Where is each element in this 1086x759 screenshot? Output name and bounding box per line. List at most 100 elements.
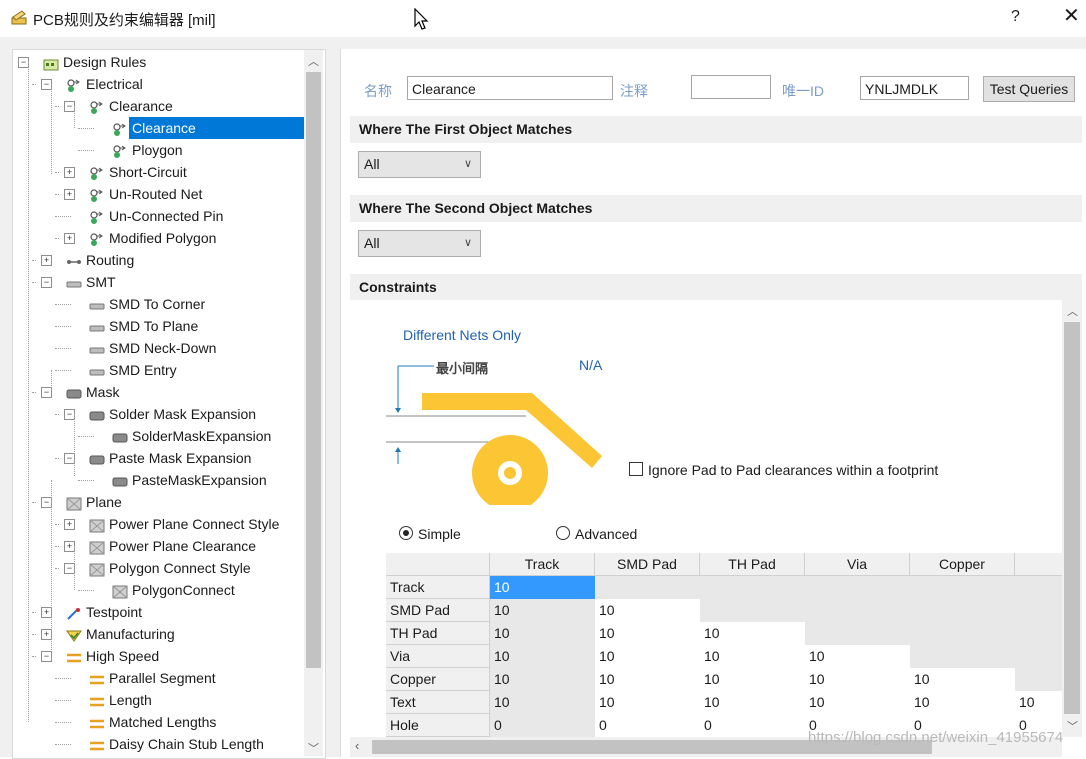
close-button[interactable]: ✕ <box>1063 6 1080 26</box>
second-match-dropdown[interactable]: All ∨ <box>358 230 481 257</box>
scroll-up-icon[interactable]: ︿ <box>1067 303 1078 319</box>
tree-item[interactable]: Polygon Connect Style <box>87 557 254 579</box>
grid-cell[interactable]: 10 <box>805 668 910 691</box>
grid-cell[interactable]: 10 <box>700 668 805 691</box>
tree-item[interactable]: SMT <box>64 271 119 293</box>
grid-cell[interactable]: 10 <box>910 668 1015 691</box>
tree-item[interactable]: Manufacturing <box>64 623 178 645</box>
tree-item-label: SMT <box>86 274 116 290</box>
tree-item[interactable]: Length <box>87 689 155 711</box>
tree-guide-line <box>28 62 29 722</box>
grid-cell[interactable]: 0 <box>595 714 700 737</box>
tree-scroll-thumb[interactable] <box>306 72 321 668</box>
grid-cell[interactable]: 0 <box>700 714 805 737</box>
tree-item[interactable]: Routing <box>64 249 137 271</box>
tree-item[interactable]: Power Plane Clearance <box>87 535 259 557</box>
grid-cell[interactable]: 10 <box>910 691 1015 714</box>
tree-item[interactable]: Clearance <box>110 117 307 139</box>
grid-cell[interactable]: 10 <box>490 668 595 691</box>
tree-item-label: Mask <box>86 384 120 400</box>
first-match-dropdown[interactable]: All ∨ <box>358 151 481 178</box>
different-nets-label[interactable]: Different Nets Only <box>403 327 521 343</box>
tree-item[interactable]: Modified Polygon <box>87 227 219 249</box>
tree-item[interactable]: Matched Lengths <box>87 711 219 733</box>
grid-cell[interactable]: 10 <box>1015 691 1062 714</box>
tree-connector <box>55 348 71 349</box>
expand-icon[interactable]: + <box>64 167 75 178</box>
tree-item[interactable]: Solder Mask Expansion <box>87 403 259 425</box>
advanced-radio[interactable] <box>556 526 570 540</box>
expand-icon[interactable]: + <box>64 519 75 530</box>
uid-field[interactable]: YNLJMDLK <box>860 76 969 100</box>
name-field[interactable]: Clearance <box>407 76 613 100</box>
grid-cell[interactable]: 10 <box>805 645 910 668</box>
tree-item[interactable]: Design Rules <box>41 51 149 73</box>
tree-connector <box>55 722 71 723</box>
tree-item[interactable]: Ploygon <box>110 139 186 161</box>
tree-item-label: Un-Connected Pin <box>109 208 224 224</box>
tree-item[interactable]: SMD To Plane <box>87 315 201 337</box>
grid-cell[interactable]: 0 <box>490 714 595 737</box>
tree-connector <box>32 634 36 635</box>
scroll-left-icon[interactable]: ‹ <box>355 738 359 753</box>
high-speed-icon <box>89 693 105 707</box>
grid-cell[interactable]: 10 <box>595 599 700 622</box>
grid-cell[interactable]: 10 <box>700 691 805 714</box>
tree-item[interactable]: Mask <box>64 381 122 403</box>
tree-connector <box>55 524 59 525</box>
mask-icon <box>66 385 82 399</box>
tree-item[interactable]: Parallel Segment <box>87 667 219 689</box>
grid-cell[interactable]: 10 <box>595 622 700 645</box>
ignore-pad-checkbox[interactable] <box>629 462 643 476</box>
grid-cell-empty <box>1015 576 1062 599</box>
grid-cell[interactable]: 10 <box>595 691 700 714</box>
tree-item-label: Solder Mask Expansion <box>109 406 257 422</box>
test-queries-button[interactable]: Test Queries <box>983 76 1075 102</box>
simple-radio[interactable] <box>399 526 413 540</box>
grid-cell[interactable]: 10 <box>490 599 595 622</box>
grid-cell[interactable]: 10 <box>595 668 700 691</box>
grid-cell[interactable]: 10 <box>490 645 595 668</box>
expand-icon[interactable]: + <box>64 189 75 200</box>
tree-item[interactable]: PasteMaskExpansion <box>110 469 270 491</box>
tree-item[interactable]: SMD Entry <box>87 359 180 381</box>
grid-cell[interactable]: 10 <box>805 691 910 714</box>
expand-icon[interactable]: + <box>41 255 52 266</box>
grid-cell[interactable]: 10 <box>490 622 595 645</box>
tree-item[interactable]: Un-Routed Net <box>87 183 205 205</box>
rules-tree: Design Rules − Electrical − Clearance − Cleara… <box>12 49 326 759</box>
tree-item[interactable]: High Speed <box>64 645 162 667</box>
scroll-down-icon[interactable]: ﹀ <box>308 740 319 756</box>
tree-item[interactable]: Un-Connected Pin <box>87 205 226 227</box>
grid-cell[interactable]: 10 <box>700 645 805 668</box>
tree-item[interactable]: Power Plane Connect Style <box>87 513 282 535</box>
tree-item[interactable]: Electrical <box>64 73 146 95</box>
tree-item[interactable]: Short-Circuit <box>87 161 190 183</box>
smt-icon <box>89 341 105 355</box>
tree-scrollbar[interactable]: ︿ ﹀ <box>304 50 323 756</box>
vscroll-thumb[interactable] <box>1064 322 1080 714</box>
tree-item[interactable]: Paste Mask Expansion <box>87 447 254 469</box>
grid-cell[interactable]: 10 <box>490 576 595 599</box>
scroll-up-icon[interactable]: ︿ <box>308 53 319 69</box>
tree-item[interactable]: Testpoint <box>64 601 145 623</box>
expand-icon[interactable]: + <box>64 233 75 244</box>
tree-item[interactable]: Plane <box>64 491 125 513</box>
scroll-down-icon[interactable]: ﹀ <box>1067 718 1078 734</box>
tree-item[interactable]: SolderMaskExpansion <box>110 425 274 447</box>
tree-item[interactable]: Daisy Chain Stub Length <box>87 733 267 755</box>
tree-item[interactable]: SMD To Corner <box>87 293 208 315</box>
collapse-icon[interactable]: − <box>41 277 52 288</box>
grid-cell[interactable]: 10 <box>595 645 700 668</box>
grid-cell[interactable]: 10 <box>490 691 595 714</box>
tree-item[interactable]: PolygonConnect <box>110 579 238 601</box>
tree-item[interactable]: SMD Neck-Down <box>87 337 219 359</box>
tree-item[interactable]: Clearance <box>87 95 176 117</box>
grid-cell[interactable]: 10 <box>700 622 805 645</box>
help-button[interactable]: ? <box>1011 8 1020 26</box>
constraints-vscrollbar[interactable]: ︿ ﹀ <box>1062 300 1082 737</box>
tree-item-label: Polygon Connect Style <box>109 560 251 576</box>
grid-cell-empty <box>1015 645 1062 668</box>
electrical-rule-icon <box>89 231 105 246</box>
comment-field[interactable] <box>691 75 771 99</box>
